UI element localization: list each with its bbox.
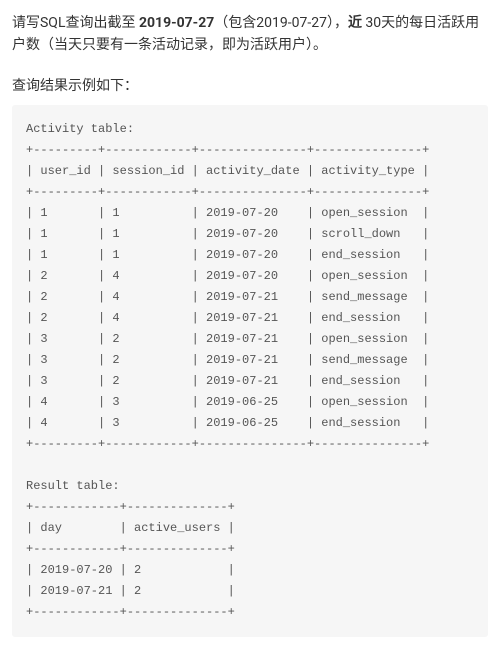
desc-near-bold: 近: [348, 15, 362, 31]
desc-prefix: 请写SQL查询出截至: [12, 15, 139, 31]
problem-description: 请写SQL查询出截至 2019-07-27（包含2019-07-27），近 30…: [12, 12, 488, 57]
example-code-block: Activity table: +---------+------------+…: [12, 105, 488, 637]
desc-date-bold: 2019-07-27: [139, 15, 214, 31]
example-label: 查询结果示例如下：: [12, 75, 488, 95]
desc-after-date: （包含2019-07-27），: [214, 15, 348, 31]
